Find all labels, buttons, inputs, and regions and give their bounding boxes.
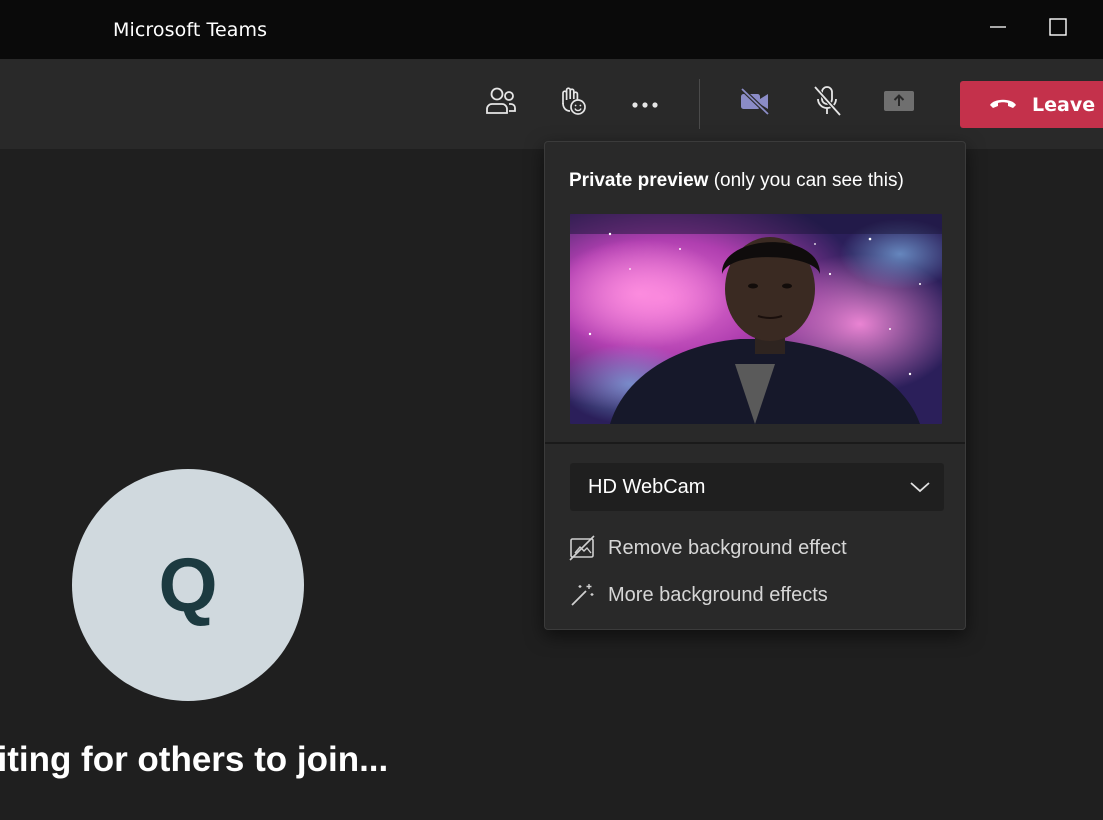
maximize-button[interactable] [1038,10,1078,48]
more-background-effects-label: More background effects [608,583,828,606]
minimize-button[interactable] [978,10,1018,48]
remove-background-effect-item[interactable]: Remove background effect [569,530,909,566]
more-ellipsis-icon [630,94,660,113]
waiting-status-text: aiting for others to join... [0,740,389,779]
minimize-icon [989,18,1007,40]
preview-heading-bold: Private preview [569,170,709,191]
people-icon [484,86,518,120]
participants-button[interactable] [479,81,523,125]
camera-device-select[interactable]: HD WebCam [570,463,944,511]
mic-off-icon [810,84,844,122]
avatar: Q [72,469,304,701]
camera-device-value: HD WebCam [588,476,706,498]
popover-divider [545,442,965,444]
mic-toggle-button[interactable] [805,81,849,125]
raise-hand-react-icon [555,84,589,122]
camera-preview-popover: Private preview (only you can see this) [544,141,966,630]
leave-label: Leave [1032,93,1096,116]
preview-heading-note: (only you can see this) [708,170,904,191]
more-background-effects-item[interactable]: More background effects [569,577,909,613]
more-options-button[interactable] [623,81,667,125]
camera-preview-image [570,214,942,424]
avatar-initial: Q [158,542,218,628]
chevron-down-icon [910,479,930,498]
leave-button[interactable]: Leave [960,81,1103,128]
camera-off-icon [738,86,772,120]
window-title: Microsoft Teams [113,19,268,41]
remove-background-effect-label: Remove background effect [608,536,847,559]
maximize-icon [1049,18,1067,40]
preview-heading: Private preview (only you can see this) [569,170,904,192]
no-background-icon [569,535,595,561]
hang-up-phone-icon [988,95,1018,114]
meeting-toolbar: Leave [0,59,1103,149]
share-button[interactable] [877,81,921,125]
title-bar: Microsoft Teams [0,0,1103,59]
react-button[interactable] [550,81,594,125]
magic-wand-icon [569,582,595,608]
toolbar-divider [699,79,700,129]
share-tray-icon [883,89,915,117]
camera-toggle-button[interactable] [733,81,777,125]
